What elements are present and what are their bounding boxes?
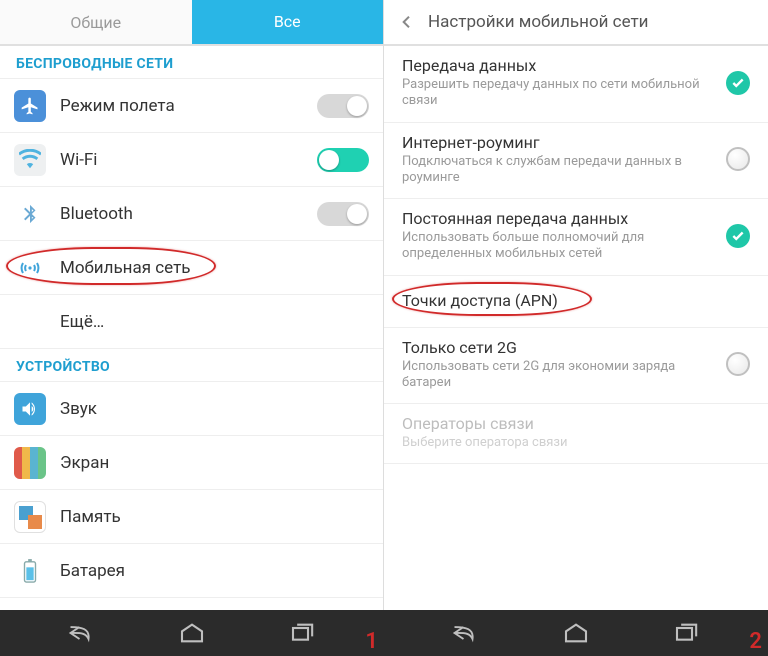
row-wifi[interactable]: Wi-Fi — [0, 133, 383, 187]
page-title: Настройки мобильной сети — [428, 12, 649, 32]
item-label: Постоянная передача данных — [402, 209, 716, 228]
row-only-2g[interactable]: Только сети 2G Использовать сети 2G для … — [384, 328, 768, 405]
bluetooth-icon — [14, 198, 46, 230]
toggle-wifi[interactable] — [317, 148, 369, 172]
nav-home[interactable] — [162, 610, 222, 656]
toggle-airplane[interactable] — [317, 94, 369, 118]
row-label: Батарея — [60, 561, 369, 581]
checkbox-always-on[interactable] — [726, 224, 750, 248]
checkbox-only-2g[interactable] — [726, 352, 750, 376]
row-always-on[interactable]: Постоянная передача данных Использовать … — [384, 199, 768, 276]
row-label: Bluetooth — [60, 204, 317, 224]
row-bluetooth[interactable]: Bluetooth — [0, 187, 383, 241]
navbars: 1 2 — [0, 610, 768, 656]
row-battery[interactable]: Батарея — [0, 544, 383, 598]
step-number-1: 1 — [365, 629, 378, 654]
row-label: Звук — [60, 399, 369, 419]
titlebar: Настройки мобильной сети — [384, 0, 768, 46]
row-sound[interactable]: Звук — [0, 382, 383, 436]
tabs: Общие Все — [0, 0, 383, 46]
row-display[interactable]: Экран — [0, 436, 383, 490]
item-desc: Использовать больше полномочий для опред… — [402, 230, 716, 263]
section-device: УСТРОЙСТВО — [0, 349, 383, 382]
tab-general[interactable]: Общие — [0, 0, 192, 44]
row-more[interactable]: Ещё… — [0, 295, 383, 349]
item-label: Точки доступа (APN) — [402, 291, 740, 310]
section-wireless: БЕСПРОВОДНЫЕ СЕТИ — [0, 46, 383, 79]
nav-recent[interactable] — [273, 610, 333, 656]
row-roaming[interactable]: Интернет-роуминг Подключаться к службам … — [384, 123, 768, 200]
item-label: Интернет-роуминг — [402, 133, 716, 152]
battery-icon — [14, 555, 46, 587]
nav-back[interactable] — [51, 610, 111, 656]
display-icon — [14, 447, 46, 479]
storage-icon — [14, 501, 46, 533]
mobile-network-screen: Настройки мобильной сети Передача данных… — [384, 0, 768, 610]
nav-home[interactable] — [546, 610, 606, 656]
cellular-icon — [14, 252, 46, 284]
row-apn[interactable]: Точки доступа (APN) — [384, 276, 768, 328]
item-desc: Подключаться к службам передачи данных в… — [402, 154, 716, 187]
item-desc: Использовать сети 2G для экономии заряда… — [402, 359, 716, 392]
item-desc: Выберите оператора связи — [402, 435, 740, 451]
row-cellular[interactable]: Мобильная сеть — [0, 241, 383, 295]
row-label: Память — [60, 507, 369, 527]
checkbox-data[interactable] — [726, 71, 750, 95]
airplane-icon — [14, 90, 46, 122]
tab-all[interactable]: Все — [192, 0, 384, 44]
row-power[interactable]: Диспетчер питания — [0, 598, 383, 610]
row-airplane[interactable]: Режим полета — [0, 79, 383, 133]
row-data-enabled[interactable]: Передача данных Разрешить передачу данны… — [384, 46, 768, 123]
nav-back[interactable] — [435, 610, 495, 656]
back-button[interactable] — [390, 5, 424, 39]
checkbox-roaming[interactable] — [726, 147, 750, 171]
navbar-1: 1 — [0, 610, 384, 656]
row-label: Экран — [60, 453, 369, 473]
item-label: Передача данных — [402, 56, 716, 75]
row-operators: Операторы связи Выберите оператора связи — [384, 404, 768, 464]
row-label: Ещё… — [60, 312, 369, 332]
settings-screen: Общие Все БЕСПРОВОДНЫЕ СЕТИ Режим полета… — [0, 0, 384, 610]
item-desc: Разрешить передачу данных по сети мобиль… — [402, 77, 716, 110]
row-label: Wi-Fi — [60, 150, 317, 170]
sound-icon — [14, 393, 46, 425]
row-label: Мобильная сеть — [60, 258, 369, 278]
wifi-icon — [14, 144, 46, 176]
row-label: Режим полета — [60, 96, 317, 116]
nav-recent[interactable] — [657, 610, 717, 656]
step-number-2: 2 — [749, 629, 762, 654]
toggle-bluetooth[interactable] — [317, 202, 369, 226]
item-label: Только сети 2G — [402, 338, 716, 357]
row-storage[interactable]: Память — [0, 490, 383, 544]
navbar-2: 2 — [384, 610, 768, 656]
item-label: Операторы связи — [402, 414, 740, 433]
